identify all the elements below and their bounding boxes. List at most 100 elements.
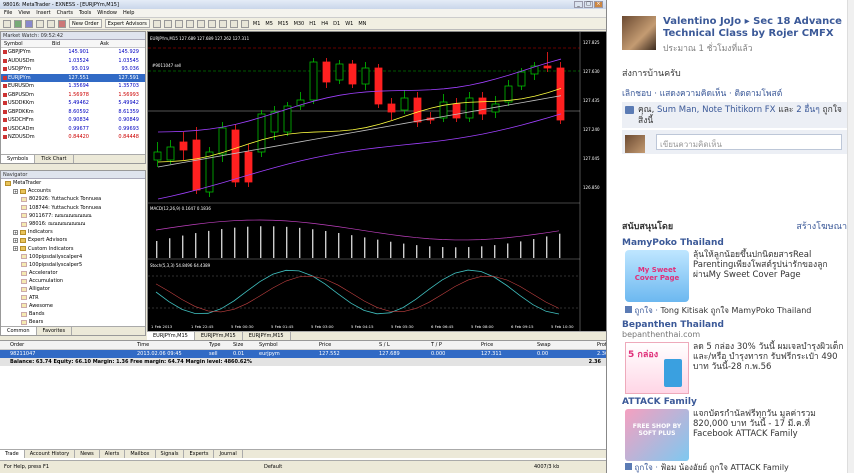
- navigator-item[interactable]: 9011677: ณณณณณณณณ: [1, 212, 145, 220]
- navigator-item[interactable]: Accumulation: [1, 277, 145, 285]
- tab-mailbox[interactable]: Mailbox: [125, 450, 156, 458]
- text-icon[interactable]: [229, 19, 238, 28]
- col-symbol[interactable]: Symbol: [1, 40, 49, 47]
- market-watch-row[interactable]: EURUSDm 1.35694 1.35703: [1, 82, 145, 91]
- tab-favorites[interactable]: Favorites: [37, 327, 73, 335]
- col-order[interactable]: Order: [0, 341, 137, 349]
- chart-tab-1[interactable]: EURJPYm,M15: [147, 332, 195, 340]
- tf-h1[interactable]: H1: [308, 21, 317, 27]
- close-button[interactable]: ×: [594, 1, 603, 8]
- author-name[interactable]: Valentino JoJo: [663, 16, 745, 27]
- ad-image[interactable]: My Sweet Cover Page: [625, 250, 689, 302]
- profiles-icon[interactable]: [14, 19, 22, 28]
- menu-charts[interactable]: Charts: [57, 10, 73, 16]
- market-watch-row[interactable]: GBPJPYm 145.901 145.929: [1, 48, 145, 57]
- navigator-item[interactable]: Accelerator: [1, 269, 145, 277]
- navigator-item[interactable]: + Custom Indicators: [1, 245, 145, 253]
- likes-names[interactable]: Sum Man, Note Thitikorn FX: [657, 105, 776, 115]
- ad-title[interactable]: MamyPoko Thailand: [622, 238, 847, 248]
- col-sl[interactable]: S / L: [379, 341, 431, 349]
- col-size[interactable]: Size: [233, 341, 259, 349]
- expand-icon[interactable]: +: [13, 229, 18, 235]
- chart-canvas[interactable]: EURJPYm,M15 127.689 127.689 127.262 127.…: [148, 32, 607, 332]
- navigator-item[interactable]: Bands: [1, 310, 145, 318]
- tf-m1[interactable]: M1: [252, 21, 262, 27]
- navigator-icon[interactable]: [36, 19, 44, 28]
- new-chart-icon[interactable]: [3, 19, 11, 28]
- ad-like-link[interactable]: ถูกใจ ·: [635, 463, 661, 472]
- terminal-icon[interactable]: [47, 19, 55, 28]
- market-watch-icon[interactable]: [25, 19, 33, 28]
- col-price[interactable]: Price: [319, 341, 379, 349]
- ad-title[interactable]: Bepanthen Thailand: [622, 320, 847, 330]
- menu-view[interactable]: View: [18, 10, 30, 16]
- chart-tab-3[interactable]: EURJPYm,M15: [243, 332, 291, 340]
- col-bid[interactable]: Bid: [49, 40, 97, 47]
- navigator-item[interactable]: Awesome: [1, 302, 145, 310]
- tab-news[interactable]: News: [75, 450, 100, 458]
- market-watch-row[interactable]: EURJPYm 127.551 127.591: [1, 73, 145, 82]
- ad-bepanthen[interactable]: Bepanthen Thailand bepanthenthai.com 5 ก…: [622, 320, 847, 394]
- ad-attack[interactable]: ATTACK Family FREE SHOP BY SOFT PLUS แจก…: [622, 397, 847, 473]
- expand-icon[interactable]: +: [13, 237, 18, 243]
- scrollbar[interactable]: [847, 0, 854, 473]
- navigator-item[interactable]: ATR: [1, 294, 145, 302]
- col-tp[interactable]: T / P: [431, 341, 481, 349]
- tab-common[interactable]: Common: [1, 327, 37, 335]
- col-time[interactable]: Time: [137, 341, 209, 349]
- navigator-item[interactable]: 108744: Yuttachuck Tonnuea: [1, 204, 145, 212]
- menu-window[interactable]: Window: [97, 10, 117, 16]
- tab-signals[interactable]: Signals: [156, 450, 185, 458]
- tab-tick-chart[interactable]: Tick Chart: [35, 155, 74, 163]
- tf-m5[interactable]: M5: [264, 21, 274, 27]
- expand-icon[interactable]: +: [13, 246, 18, 252]
- tf-d1[interactable]: D1: [332, 21, 341, 27]
- menu-insert[interactable]: Insert: [36, 10, 50, 16]
- tf-h4[interactable]: H4: [320, 21, 329, 27]
- tf-w1[interactable]: W1: [344, 21, 354, 27]
- navigator-item[interactable]: Alligator: [1, 285, 145, 293]
- tab-experts[interactable]: Experts: [184, 450, 215, 458]
- ad-image[interactable]: 5 กล่อง: [625, 342, 689, 394]
- market-watch-row[interactable]: USDJPYm 93.019 93.036: [1, 65, 145, 74]
- fibonacci-icon[interactable]: [218, 19, 227, 28]
- chart-window[interactable]: EURJPYm,M15 127.689 127.689 127.262 127.…: [147, 31, 607, 340]
- navigator-item[interactable]: MetaTrader: [1, 179, 145, 187]
- horizontal-line-icon[interactable]: [185, 19, 194, 28]
- col-current-price[interactable]: Price: [481, 341, 537, 349]
- navigator-item[interactable]: + Expert Advisors: [1, 236, 145, 244]
- tab-journal[interactable]: Journal: [214, 450, 243, 458]
- expand-icon[interactable]: +: [13, 188, 18, 194]
- tf-m15[interactable]: M15: [277, 21, 290, 27]
- ad-mamypoko[interactable]: MamyPoko Thailand My Sweet Cover Page ลุ…: [622, 238, 847, 318]
- navigator-item[interactable]: + Indicators: [1, 228, 145, 236]
- col-ask[interactable]: Ask: [97, 40, 145, 47]
- vertical-line-icon[interactable]: [174, 19, 183, 28]
- menu-file[interactable]: File: [4, 10, 12, 16]
- expert-advisors-button[interactable]: Expert Advisors: [104, 19, 150, 28]
- market-watch-row[interactable]: GBPUSDm 1.56978 1.56993: [1, 91, 145, 100]
- comment-input[interactable]: เขียนความคิดเห็น: [656, 134, 842, 150]
- navigator-item[interactable]: 98016: ณณณณณณณณ: [1, 220, 145, 228]
- strategy-tester-icon[interactable]: [58, 19, 66, 28]
- market-watch-row[interactable]: GBPDKKm 8.60592 8.61359: [1, 108, 145, 117]
- col-swap[interactable]: Swap: [537, 341, 597, 349]
- tf-mn[interactable]: MN: [357, 21, 367, 27]
- post-actions[interactable]: เลิกชอบ · แสดงความคิดเห็น · ติดตามโพสต์: [622, 86, 782, 100]
- avatar[interactable]: [622, 16, 656, 50]
- menu-tools[interactable]: Tools: [79, 10, 91, 16]
- market-watch-row[interactable]: NZDUSDm 0.84420 0.84448: [1, 133, 145, 142]
- tf-m30[interactable]: M30: [293, 21, 306, 27]
- chart-tab-2[interactable]: EURJPYm,M15: [195, 332, 243, 340]
- market-watch-row[interactable]: USDCHFm 0.90834 0.90849: [1, 116, 145, 125]
- market-watch-row[interactable]: AUDUSDm 1.03524 1.03545: [1, 57, 145, 66]
- tab-symbols[interactable]: Symbols: [1, 155, 36, 163]
- col-type[interactable]: Type: [209, 341, 233, 349]
- new-order-button[interactable]: New Order: [69, 19, 102, 28]
- ad-like-link[interactable]: ถูกใจ ·: [635, 306, 661, 315]
- order-row[interactable]: 98211047 2013.02.06 09:45 sell 0.01 eurj…: [0, 350, 606, 358]
- tab-account-history[interactable]: Account History: [25, 450, 76, 458]
- create-ad-link[interactable]: สร้างโฆษณา: [796, 219, 847, 233]
- col-symbol[interactable]: Symbol: [259, 341, 319, 349]
- tab-alerts[interactable]: Alerts: [100, 450, 126, 458]
